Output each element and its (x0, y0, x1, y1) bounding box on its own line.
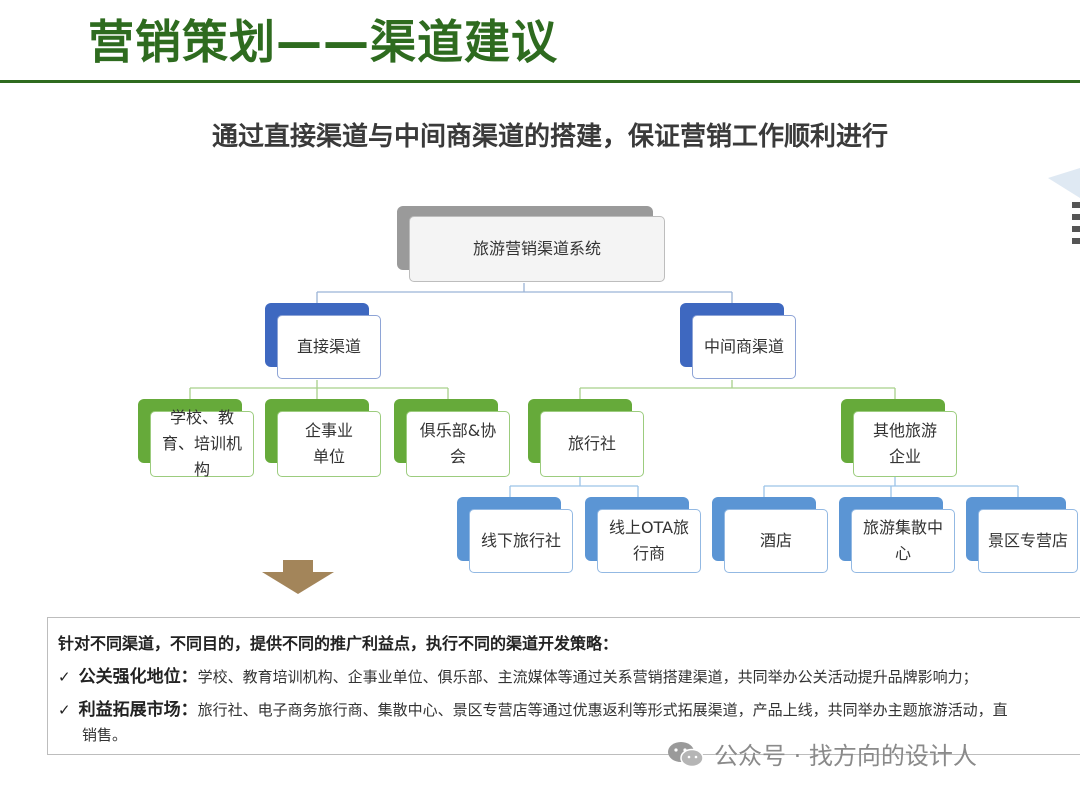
watermark-text: 公众号 · 找方向的设计人 (714, 742, 977, 770)
node-distribution-center: 旅游集散中心 (839, 497, 957, 575)
strategy-item-pr: ✓ 公关强化地位：学校、教育培训机构、企事业单位、俱乐部、主流媒体等通过关系营销搭… (58, 662, 978, 687)
node-intermediary-channel: 中间商渠道 (680, 303, 798, 381)
node-scenic-shop-label: 景区专营店 (978, 509, 1078, 573)
strategy-item-market-continuation: 销售。 (82, 726, 128, 744)
node-enterprises-label: 企事业单位 (277, 411, 381, 477)
strategy-item-market: ✓ 利益拓展市场：旅行社、电子商务旅行商、集散中心、景区专营店等通过优惠返利等形式… (58, 695, 1008, 720)
node-travel-agency: 旅行社 (528, 399, 646, 479)
node-offline-agency-label: 线下旅行社 (469, 509, 573, 573)
node-scenic-shop: 景区专营店 (966, 497, 1078, 575)
node-hotel: 酒店 (712, 497, 830, 575)
node-root-label: 旅游营销渠道系统 (409, 216, 665, 282)
node-other-enterprises: 其他旅游企业 (841, 399, 959, 479)
strategy-box: 针对不同渠道，不同目的，提供不同的推广利益点，执行不同的渠道开发策略： ✓ 公关强… (47, 617, 1080, 755)
node-hotel-label: 酒店 (724, 509, 828, 573)
down-arrow-head (262, 572, 334, 594)
strategy-item-pr-text: 学校、教育培训机构、企事业单位、俱乐部、主流媒体等通过关系营销搭建渠道，共同举办… (197, 668, 978, 686)
node-clubs-label: 俱乐部&协会 (406, 411, 510, 477)
wechat-icon (668, 741, 704, 767)
check-icon: ✓ (58, 668, 71, 686)
node-offline-agency: 线下旅行社 (457, 497, 575, 575)
node-root: 旅游营销渠道系统 (397, 206, 667, 284)
down-arrow-icon (283, 560, 313, 572)
node-intermediary-channel-label: 中间商渠道 (692, 315, 796, 379)
node-schools: 学校、教育、培训机构 (138, 399, 256, 479)
watermark: 公众号 · 找方向的设计人 (666, 736, 977, 771)
node-direct-channel-label: 直接渠道 (277, 315, 381, 379)
node-enterprises: 企事业单位 (265, 399, 383, 479)
node-travel-agency-label: 旅行社 (540, 411, 644, 477)
node-distribution-center-label: 旅游集散中心 (851, 509, 955, 573)
node-schools-label: 学校、教育、培训机构 (150, 408, 254, 479)
node-online-ota: 线上OTA旅行商 (585, 497, 703, 575)
strategy-item-market-label: 利益拓展市场： (78, 700, 198, 720)
node-other-enterprises-label: 其他旅游企业 (853, 411, 957, 477)
node-clubs: 俱乐部&协会 (394, 399, 512, 479)
strategy-item-pr-label: 公关强化地位： (78, 667, 198, 687)
strategy-item-market-text: 旅行社、电子商务旅行商、集散中心、景区专营店等通过优惠返利等形式拓展渠道，产品上… (197, 701, 1008, 719)
node-direct-channel: 直接渠道 (265, 303, 383, 381)
check-icon: ✓ (58, 701, 71, 719)
node-online-ota-label: 线上OTA旅行商 (597, 509, 701, 573)
strategy-heading: 针对不同渠道，不同目的，提供不同的推广利益点，执行不同的渠道开发策略： (58, 634, 619, 653)
